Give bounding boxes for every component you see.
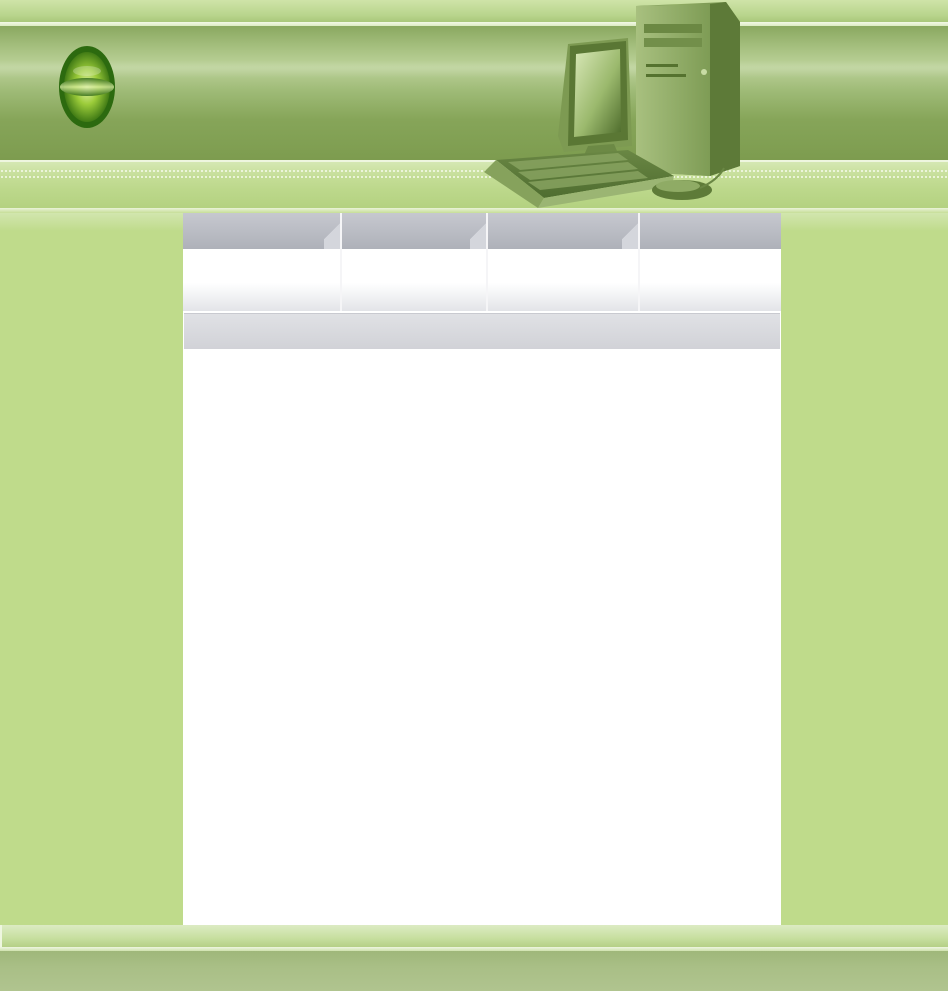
sub-tab-4[interactable]	[640, 283, 781, 311]
tab-corner	[622, 213, 638, 249]
nav-tab-4[interactable]	[640, 213, 781, 249]
desktop-computer-icon	[478, 0, 748, 212]
nav-tab-3[interactable]	[488, 213, 638, 249]
footer-bar	[0, 925, 948, 947]
left-sidebar	[0, 213, 183, 925]
nav-band-top-line	[0, 160, 948, 162]
sub-tab-3[interactable]	[488, 283, 638, 311]
sub-tab-1[interactable]	[183, 283, 340, 311]
tab-separator	[638, 213, 640, 311]
tab-corner	[470, 213, 486, 249]
main-content	[183, 213, 781, 925]
nav-band	[0, 160, 948, 210]
footer-bottom-band	[0, 951, 948, 991]
tab-separator	[486, 213, 488, 311]
sub-tab-2[interactable]	[342, 283, 486, 311]
section-header-bar	[184, 313, 780, 349]
tab-corner	[324, 213, 340, 249]
nav-tab-2[interactable]	[342, 213, 486, 249]
tab-separator	[340, 213, 342, 311]
header-banner	[0, 26, 948, 160]
footer-edge	[0, 925, 2, 947]
top-strip	[0, 0, 948, 22]
banner-shine	[0, 60, 948, 78]
green-oval-logo-icon	[58, 45, 116, 129]
right-sidebar	[781, 213, 948, 925]
nav-tab-1[interactable]	[183, 213, 340, 249]
